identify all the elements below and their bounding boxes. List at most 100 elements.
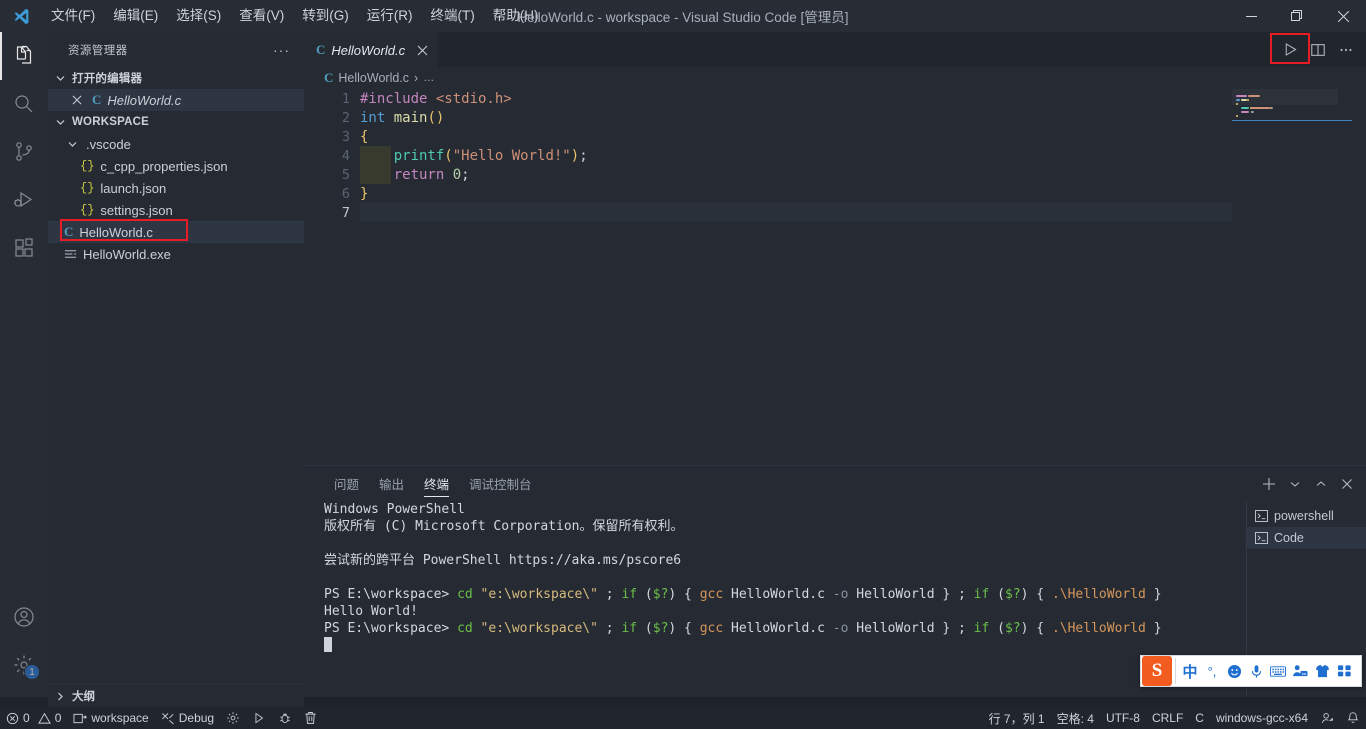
close-button[interactable] [1320, 0, 1366, 32]
eol-status[interactable]: CRLF [1146, 707, 1189, 729]
settings-gear-status[interactable] [220, 707, 246, 729]
debug-config-status[interactable]: Debug [155, 707, 220, 729]
chinese-mode-icon[interactable]: 中 [1179, 656, 1201, 686]
gear-icon[interactable]: 1 [0, 641, 48, 689]
line-number: 5 [341, 167, 350, 183]
menu-item-1[interactable]: 文件(F) [42, 0, 104, 32]
menu-item-2[interactable]: 编辑(E) [104, 0, 167, 32]
clean-status[interactable] [298, 707, 323, 729]
minimize-button[interactable] [1228, 0, 1274, 32]
close-icon[interactable] [72, 95, 86, 105]
emoji-icon[interactable] [1223, 656, 1245, 686]
debug-label: Debug [178, 711, 215, 725]
breadcrumb-more[interactable]: … [423, 72, 434, 84]
debug-status[interactable] [272, 707, 298, 729]
menu-item-3[interactable]: 选择(S) [167, 0, 230, 32]
restore-button[interactable] [1274, 0, 1320, 32]
new-terminal-button[interactable] [1256, 471, 1282, 497]
encoding-status[interactable]: UTF-8 [1100, 707, 1146, 729]
menu-item-6[interactable]: 运行(R) [358, 0, 422, 32]
menu-item-5[interactable]: 转到(G) [293, 0, 358, 32]
run-code-button[interactable] [1276, 36, 1304, 64]
line-number: 2 [341, 110, 350, 126]
terminal-line: PS E:\workspace> cd "e:\workspace\" ; if… [324, 621, 1162, 636]
panel-tab-2[interactable]: 输出 [369, 466, 414, 501]
panel-tab-1[interactable]: 问题 [324, 466, 369, 501]
window-controls [1228, 0, 1366, 32]
voice-input-icon[interactable] [1245, 656, 1267, 686]
extensions-icon[interactable] [0, 224, 48, 272]
workspace-section-header[interactable]: WORKSPACE [48, 111, 304, 133]
breadcrumb-file[interactable]: HelloWorld.c [338, 71, 409, 85]
open-editor-item-label: HelloWorld.c [107, 92, 182, 108]
line-number: 1 [341, 91, 350, 107]
maximize-panel-icon[interactable] [1308, 471, 1334, 497]
encoding-label: UTF-8 [1105, 711, 1140, 725]
sogou-logo[interactable]: S [1142, 656, 1172, 686]
tree-item-c-cpp-properties-json[interactable]: {} c_cpp_properties.json [48, 155, 304, 177]
language-mode-status[interactable]: C [1189, 707, 1210, 729]
feedback-status[interactable] [1314, 707, 1340, 729]
c-file-icon: C [92, 92, 102, 107]
panel-tab-4[interactable]: 调试控制台 [459, 466, 542, 501]
cursor-position-status[interactable]: 行 7，列 1 [983, 707, 1051, 729]
editor-actions [1276, 32, 1366, 67]
soft-keyboard-icon[interactable] [1267, 656, 1289, 686]
explorer-icon[interactable] [0, 32, 48, 80]
code-line: return 0; [393, 167, 470, 183]
run-and-debug-icon[interactable] [0, 176, 48, 224]
code-line: { [360, 129, 369, 145]
minimap-cursor-line [1232, 120, 1352, 121]
open-editors-section-header[interactable]: 打开的编辑器 [48, 67, 304, 89]
title-bar: 文件(F) 编辑(E) 选择(S) 查看(V) 转到(G) 运行(R) 终端(T) 帮助(H)… [0, 0, 1366, 32]
account-icon[interactable] [0, 593, 48, 641]
chevron-down-icon[interactable] [1282, 471, 1308, 497]
menu-item-7[interactable]: 终端(T) [422, 0, 484, 32]
tree-item-helloworld-exe[interactable]: HelloWorld.exe [48, 243, 304, 265]
overview-ruler[interactable] [1352, 89, 1366, 465]
cpp-config-status[interactable]: windows-gcc-x64 [1210, 707, 1314, 729]
split-editor-button[interactable] [1304, 36, 1332, 64]
indentation-status[interactable]: 空格: 4 [1051, 707, 1100, 729]
more-actions-button[interactable] [1332, 36, 1360, 64]
toolbox-icon[interactable] [1333, 656, 1355, 686]
close-icon[interactable] [417, 45, 428, 56]
tree-item-launch-json[interactable]: {} launch.json [48, 177, 304, 199]
search-icon[interactable] [0, 80, 48, 128]
close-panel-icon[interactable] [1334, 471, 1360, 497]
run-status[interactable] [246, 707, 272, 729]
sogou-input-toolbar[interactable]: S 中 °, sa [1140, 655, 1362, 687]
terminal-list-item-1[interactable]: powershell [1247, 505, 1366, 527]
tree-item-vscode-folder[interactable]: .vscode [48, 133, 304, 155]
menu-item-8[interactable]: 帮助(H) [484, 0, 548, 32]
tree-item-helloworld-c[interactable]: C HelloWorld.c [48, 221, 304, 243]
editor-tab-helloworld-c[interactable]: C HelloWorld.c [304, 32, 439, 67]
menu-bar: 文件(F) 编辑(E) 选择(S) 查看(V) 转到(G) 运行(R) 终端(T) 帮助(H) [42, 0, 548, 32]
c-file-icon: C [324, 70, 334, 85]
menu-item-4[interactable]: 查看(V) [230, 0, 293, 32]
tree-item-settings-json[interactable]: {} settings.json [48, 199, 304, 221]
outline-section-header[interactable]: 大纲 [48, 683, 304, 708]
remote-icon [73, 712, 88, 725]
problems-status[interactable]: 0 0 [0, 707, 67, 729]
tree-item-label: c_cpp_properties.json [100, 158, 228, 174]
notifications-status[interactable] [1340, 707, 1366, 729]
activity-bar: 1 [0, 32, 48, 697]
minimap-slider[interactable] [1232, 89, 1338, 105]
c-file-icon: C [64, 224, 74, 239]
terminal-output[interactable]: Windows PowerShell 版权所有 (C) Microsoft Cor… [324, 501, 1244, 696]
panel-tab-3[interactable]: 终端 [414, 466, 459, 501]
source-control-icon[interactable] [0, 128, 48, 176]
skin-icon[interactable] [1311, 656, 1333, 686]
minimap[interactable] [1232, 89, 1352, 465]
sidebar-more-actions[interactable]: ··· [265, 42, 298, 58]
user-center-icon[interactable]: sa [1289, 656, 1311, 686]
code-editor[interactable]: 1 2 3 4 5 6 7 #include <stdio.h> int main() { pr… [304, 89, 1366, 465]
punctuation-mode-icon[interactable]: °, [1201, 656, 1223, 686]
error-count: 0 [23, 711, 30, 725]
open-editor-item-helloworld-c[interactable]: C HelloWorld.c [48, 89, 304, 111]
panel-actions [1256, 466, 1360, 501]
code-line: #include <stdio.h> [360, 91, 512, 107]
remote-workspace-status[interactable]: workspace [67, 707, 154, 729]
terminal-list-item-2[interactable]: Code [1247, 527, 1366, 549]
